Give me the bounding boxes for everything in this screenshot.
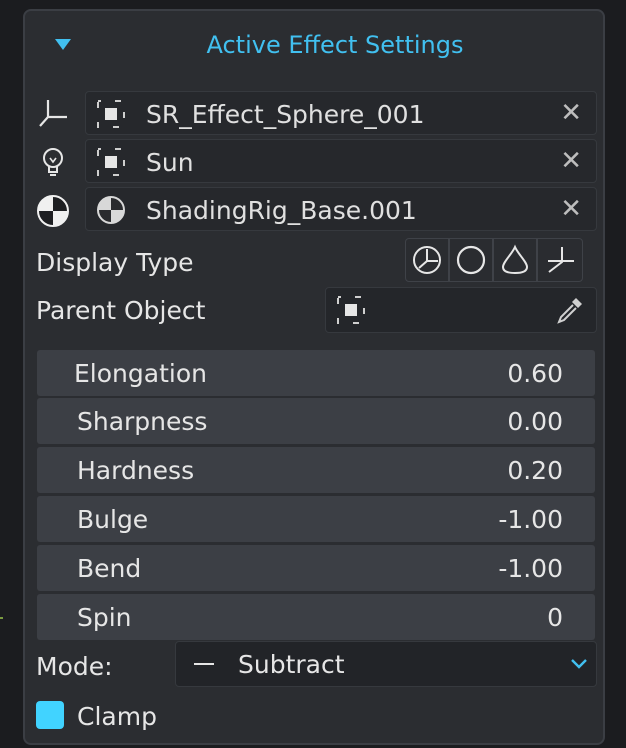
chevron-down-icon [570,656,588,675]
sphere-axes-icon[interactable] [405,238,449,282]
parent-object-field[interactable] [325,287,597,333]
slider-label: Bend [77,554,142,583]
slider-label: Hardness [77,456,195,485]
close-icon[interactable]: ✕ [560,194,582,224]
object-field-sun[interactable]: Sun ✕ [85,139,597,183]
mode-label: Mode: [36,652,113,681]
slider-label: Bulge [77,505,149,534]
slider-label: Elongation [74,359,207,388]
clamp-checkbox[interactable] [36,701,64,729]
clamp-label: Clamp [77,702,157,731]
slider-elongation[interactable]: Elongation 0.60 [37,350,595,396]
eyedropper-icon[interactable] [554,294,586,330]
cone-icon[interactable] [493,238,537,282]
display-type-label: Display Type [36,248,194,277]
mode-dropdown[interactable]: Subtract [175,641,597,687]
object-icon [336,295,366,329]
shading-sphere-icon [96,195,126,225]
object-field-shading-rig[interactable]: ShadingRig_Base.001 ✕ [85,187,597,231]
slider-hardness[interactable]: Hardness 0.20 [37,447,595,493]
plain-axes-icon[interactable] [537,238,583,282]
parent-object-label: Parent Object [36,296,206,325]
shading-sphere-icon [35,193,71,229]
slider-label: Spin [77,603,132,632]
slider-value: 0.20 [507,456,563,485]
minus-icon [194,663,214,665]
slider-bend[interactable]: Bend -1.00 [37,545,595,591]
collapse-arrow-icon[interactable] [55,39,71,50]
object-name: ShadingRig_Base.001 [146,196,417,225]
object-name: Sun [146,148,194,177]
close-icon[interactable]: ✕ [560,146,582,176]
panel-title: Active Effect Settings [206,31,464,59]
object-icon [96,147,126,177]
mode-value: Subtract [238,650,345,679]
slider-value: -1.00 [498,505,563,534]
slider-bulge[interactable]: Bulge -1.00 [37,496,595,542]
object-icon [96,99,126,129]
close-icon[interactable]: ✕ [560,98,582,128]
slider-sharpness[interactable]: Sharpness 0.00 [37,398,595,444]
object-field-effect-sphere[interactable]: SR_Effect_Sphere_001 ✕ [85,91,597,135]
light-bulb-icon [35,144,71,180]
empty-axes-icon [35,95,71,131]
slider-value: -1.00 [498,554,563,583]
slider-spin[interactable]: Spin 0 [37,594,595,640]
edge-marker [0,617,3,619]
slider-value: 0.60 [507,359,563,388]
slider-value: 0.00 [507,407,563,436]
object-name: SR_Effect_Sphere_001 [146,100,425,129]
circle-icon[interactable] [449,238,493,282]
slider-value: 0 [547,603,563,632]
active-effect-settings-panel: Active Effect Settings SR_Effect_Sphere_… [23,9,605,745]
slider-label: Sharpness [77,407,208,436]
